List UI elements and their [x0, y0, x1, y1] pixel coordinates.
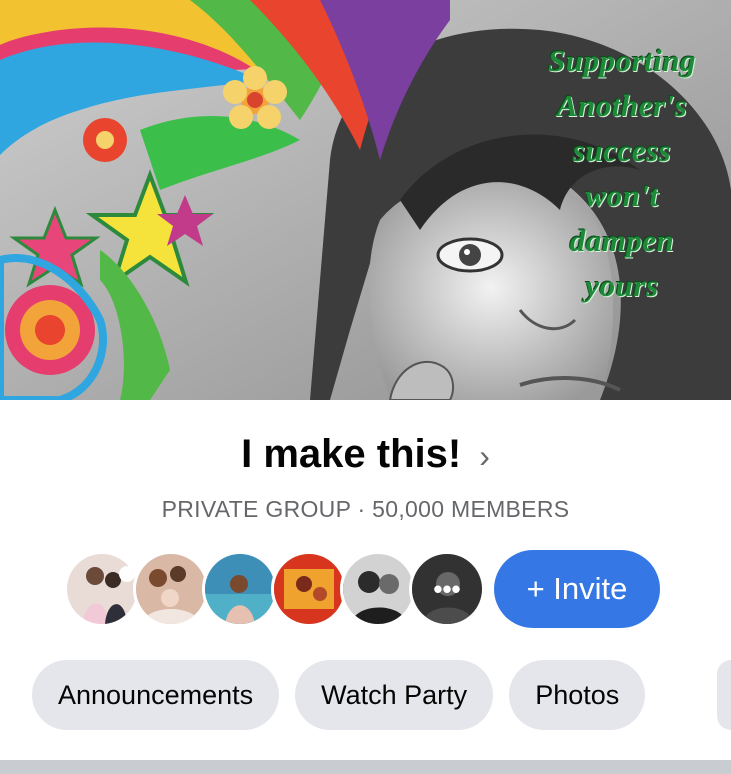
cover-quote: Supporting Another's success won't dampe…	[527, 38, 717, 308]
group-name[interactable]: I make this!	[241, 432, 461, 477]
tab-overflow-partial[interactable]	[717, 660, 731, 730]
quote-line: won't	[585, 178, 659, 213]
more-members-avatar[interactable]: •••	[409, 551, 485, 627]
group-tabs: Announcements Watch Party Photos	[32, 660, 646, 730]
avatar[interactable]	[340, 551, 416, 627]
group-title-row[interactable]: I make this! ›	[0, 432, 731, 477]
group-cover-photo[interactable]: Supporting Another's success won't dampe…	[0, 0, 731, 400]
chevron-right-icon[interactable]: ›	[479, 438, 490, 475]
quote-line: Another's	[556, 88, 688, 123]
tab-photos[interactable]: Photos	[509, 660, 646, 730]
quote-line: Supporting	[547, 43, 696, 78]
more-icon: •••	[412, 554, 482, 624]
quote-line: dampen	[569, 223, 675, 258]
avatar[interactable]	[271, 551, 347, 627]
tab-watch-party[interactable]: Watch Party	[295, 660, 494, 730]
quote-line: yours	[585, 268, 659, 303]
avatar[interactable]	[64, 551, 140, 627]
invite-button[interactable]: + Invite	[494, 550, 660, 628]
member-avatars-row: ••• + Invite	[64, 550, 660, 628]
section-divider	[0, 760, 731, 774]
avatar[interactable]	[133, 551, 209, 627]
group-meta: PRIVATE GROUP · 50,000 MEMBERS	[161, 496, 570, 522]
tab-announcements[interactable]: Announcements	[32, 660, 280, 730]
quote-line: success	[572, 133, 672, 168]
avatar[interactable]	[202, 551, 278, 627]
